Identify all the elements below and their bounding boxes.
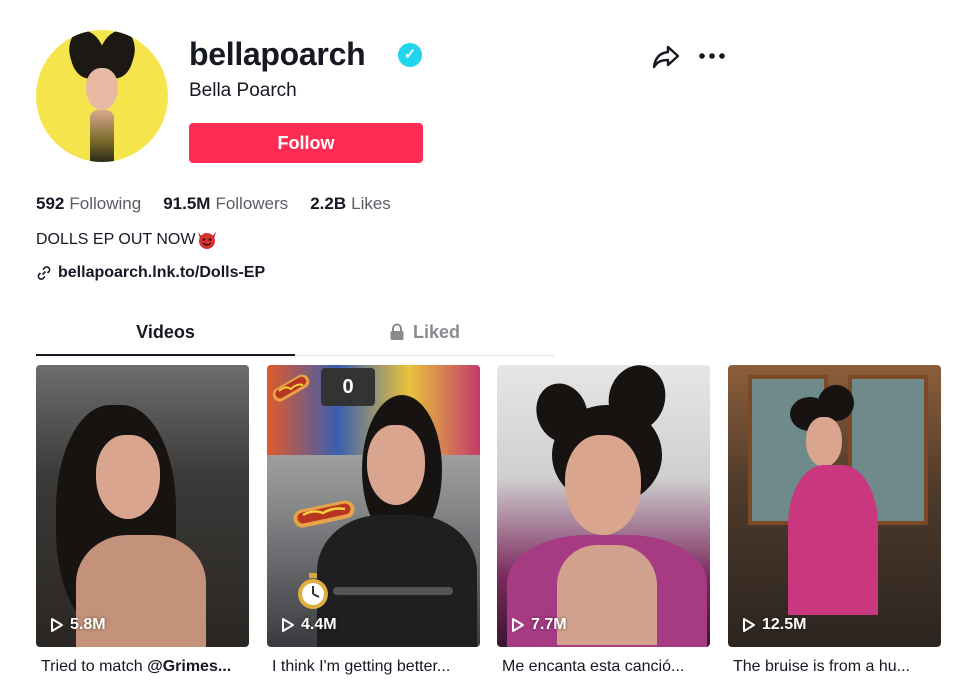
thumbnail-body bbox=[317, 515, 477, 647]
video-grid: 5.8M Tried to match @Grimes... 0 4.4M I … bbox=[36, 365, 941, 684]
lock-icon bbox=[390, 323, 404, 340]
stat-following-label: Following bbox=[69, 194, 142, 213]
profile-link[interactable]: bellapoarch.lnk.to/Dolls-EP bbox=[36, 262, 265, 284]
video-views-count: 12.5M bbox=[762, 616, 807, 633]
video-views: 12.5M bbox=[742, 616, 806, 634]
video-card[interactable]: 0 4.4M I think I'm getting better... bbox=[267, 365, 480, 678]
timer-bar bbox=[333, 587, 453, 595]
tab-liked-label: Liked bbox=[412, 322, 460, 342]
profile-stats: 592 Following 91.5M Followers 2.2B Likes bbox=[36, 193, 413, 215]
stat-following[interactable]: 592 Following bbox=[36, 193, 141, 215]
play-icon bbox=[743, 618, 755, 632]
stat-following-value: 592 bbox=[36, 194, 65, 213]
avatar-body bbox=[90, 110, 114, 162]
play-icon bbox=[282, 618, 294, 632]
stat-likes-value: 2.2B bbox=[310, 194, 347, 213]
game-score: 0 bbox=[321, 368, 375, 406]
thumbnail-neck bbox=[557, 545, 657, 645]
video-views-count: 7.7M bbox=[531, 616, 567, 633]
stat-followers-value: 91.5M bbox=[163, 194, 211, 213]
stat-likes-label: Likes bbox=[351, 194, 391, 213]
video-views: 7.7M bbox=[511, 616, 567, 634]
video-caption-text: Me encanta esta canció... bbox=[502, 658, 685, 675]
stat-likes: 2.2B Likes bbox=[310, 193, 391, 215]
video-caption-text: I think I'm getting better... bbox=[272, 658, 451, 675]
share-icon[interactable] bbox=[652, 44, 680, 70]
follow-button[interactable]: Follow bbox=[189, 123, 423, 163]
tab-videos[interactable]: Videos bbox=[36, 312, 295, 356]
thumbnail-face bbox=[565, 435, 641, 535]
video-card[interactable]: 12.5M The bruise is from a hu... bbox=[728, 365, 941, 678]
game-overlay-badge: 0 bbox=[267, 365, 375, 409]
link-icon bbox=[37, 266, 51, 280]
more-options-icon[interactable] bbox=[697, 44, 727, 68]
thumbnail-body bbox=[788, 465, 878, 615]
thumbnail-face bbox=[96, 435, 160, 519]
tab-liked[interactable]: Liked bbox=[295, 312, 554, 356]
video-views: 5.8M bbox=[50, 616, 106, 634]
tab-videos-label: Videos bbox=[136, 322, 195, 342]
video-thumbnail[interactable]: 5.8M bbox=[36, 365, 249, 647]
verified-check-icon: ✓ bbox=[398, 43, 422, 67]
video-caption[interactable]: The bruise is from a hu... bbox=[728, 656, 936, 678]
stat-followers[interactable]: 91.5M Followers bbox=[163, 193, 288, 215]
hotdog-icon bbox=[293, 500, 355, 528]
profile-link-text: bellapoarch.lnk.to/Dolls-EP bbox=[58, 264, 266, 281]
video-caption-mention[interactable]: @Grimes... bbox=[147, 658, 231, 675]
profile-tabs: Videos Liked bbox=[36, 312, 554, 356]
hotdog-icon bbox=[272, 374, 310, 402]
stopwatch-icon bbox=[298, 573, 328, 609]
video-caption-text: The bruise is from a hu... bbox=[733, 658, 910, 675]
video-card[interactable]: 5.8M Tried to match @Grimes... bbox=[36, 365, 249, 678]
bio-text: DOLLS EP OUT NOW bbox=[36, 231, 196, 248]
video-views: 4.4M bbox=[281, 616, 337, 634]
smiling-devil-emoji-icon bbox=[198, 232, 217, 249]
stat-followers-label: Followers bbox=[215, 194, 289, 213]
video-thumbnail[interactable]: 7.7M bbox=[497, 365, 710, 647]
video-caption-text: Tried to match bbox=[41, 658, 148, 675]
thumbnail-hair-bun-right bbox=[818, 385, 854, 421]
video-views-count: 5.8M bbox=[70, 616, 106, 633]
video-caption[interactable]: Me encanta esta canció... bbox=[497, 656, 705, 678]
profile-bio: DOLLS EP OUT NOW bbox=[36, 229, 218, 251]
thumbnail-face bbox=[367, 425, 425, 505]
play-icon bbox=[51, 618, 63, 632]
video-card[interactable]: 7.7M Me encanta esta canció... bbox=[497, 365, 710, 678]
video-views-count: 4.4M bbox=[301, 616, 337, 633]
thumbnail-face bbox=[806, 417, 842, 467]
play-icon bbox=[512, 618, 524, 632]
video-thumbnail[interactable]: 0 4.4M bbox=[267, 365, 480, 647]
profile-nickname: Bella Poarch bbox=[189, 80, 297, 101]
video-thumbnail[interactable]: 12.5M bbox=[728, 365, 941, 647]
video-caption[interactable]: Tried to match @Grimes... bbox=[36, 656, 244, 678]
video-caption[interactable]: I think I'm getting better... bbox=[267, 656, 475, 678]
profile-username: bellapoarch bbox=[189, 36, 366, 72]
avatar-face bbox=[86, 68, 118, 110]
active-tab-indicator bbox=[36, 354, 295, 356]
profile-avatar bbox=[36, 30, 168, 162]
